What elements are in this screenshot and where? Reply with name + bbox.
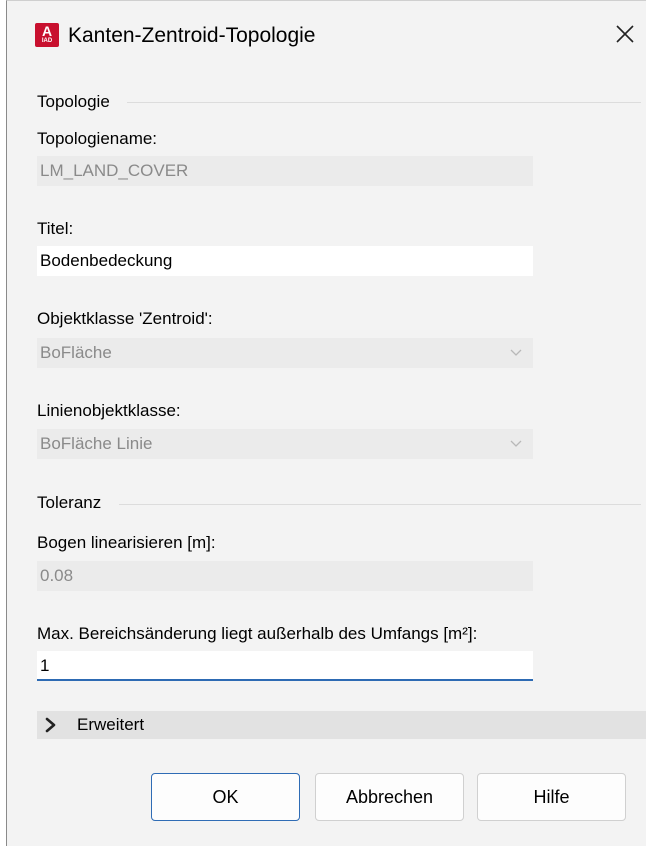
autocad-app-icon: A IAD (35, 23, 59, 47)
close-button[interactable] (611, 19, 639, 49)
help-button[interactable]: Hilfe (477, 773, 626, 821)
topology-name-field: LM_LAND_COVER (37, 156, 533, 186)
app-icon-subtext: IAD (41, 38, 53, 44)
chevron-down-icon (510, 349, 522, 356)
line-class-value: BoFläche Linie (40, 434, 153, 453)
centroid-class-label: Objektklasse 'Zentroid': (37, 309, 213, 328)
title-input[interactable]: Bodenbedeckung (37, 246, 533, 276)
cancel-button[interactable]: Abbrechen (315, 773, 464, 821)
title-bar[interactable]: A IAD Kanten-Zentroid-Topologie (7, 1, 646, 73)
tolerance-section-divider (119, 504, 641, 505)
chevron-down-icon (510, 440, 522, 447)
area-change-input[interactable]: 1 (37, 651, 533, 681)
app-icon-letter: A (41, 23, 53, 39)
advanced-expander[interactable]: Erweitert (37, 711, 646, 739)
window-title: Kanten-Zentroid-Topologie (68, 24, 316, 47)
ok-button[interactable]: OK (151, 773, 300, 821)
centroid-class-value: BoFläche (40, 343, 112, 362)
dialog-window: A IAD Kanten-Zentroid-Topologie Topologi… (6, 0, 646, 846)
area-change-label: Max. Bereichsänderung liegt außerhalb de… (37, 624, 478, 643)
centroid-class-select: BoFläche (37, 338, 533, 368)
arc-linearize-field: 0.08 (37, 561, 533, 591)
advanced-expander-label: Erweitert (77, 715, 145, 734)
chevron-right-icon (45, 717, 56, 733)
topology-section-divider (127, 102, 641, 103)
line-class-select: BoFläche Linie (37, 429, 533, 459)
topology-name-label: Topologiename: (37, 129, 158, 148)
line-class-label: Linienobjektklasse: (37, 401, 181, 420)
topology-section-heading: Topologie (37, 92, 110, 111)
close-icon (616, 25, 634, 43)
title-label: Titel: (37, 219, 74, 238)
arc-linearize-label: Bogen linearisieren [m]: (37, 533, 216, 552)
tolerance-section-heading: Toleranz (37, 493, 102, 512)
